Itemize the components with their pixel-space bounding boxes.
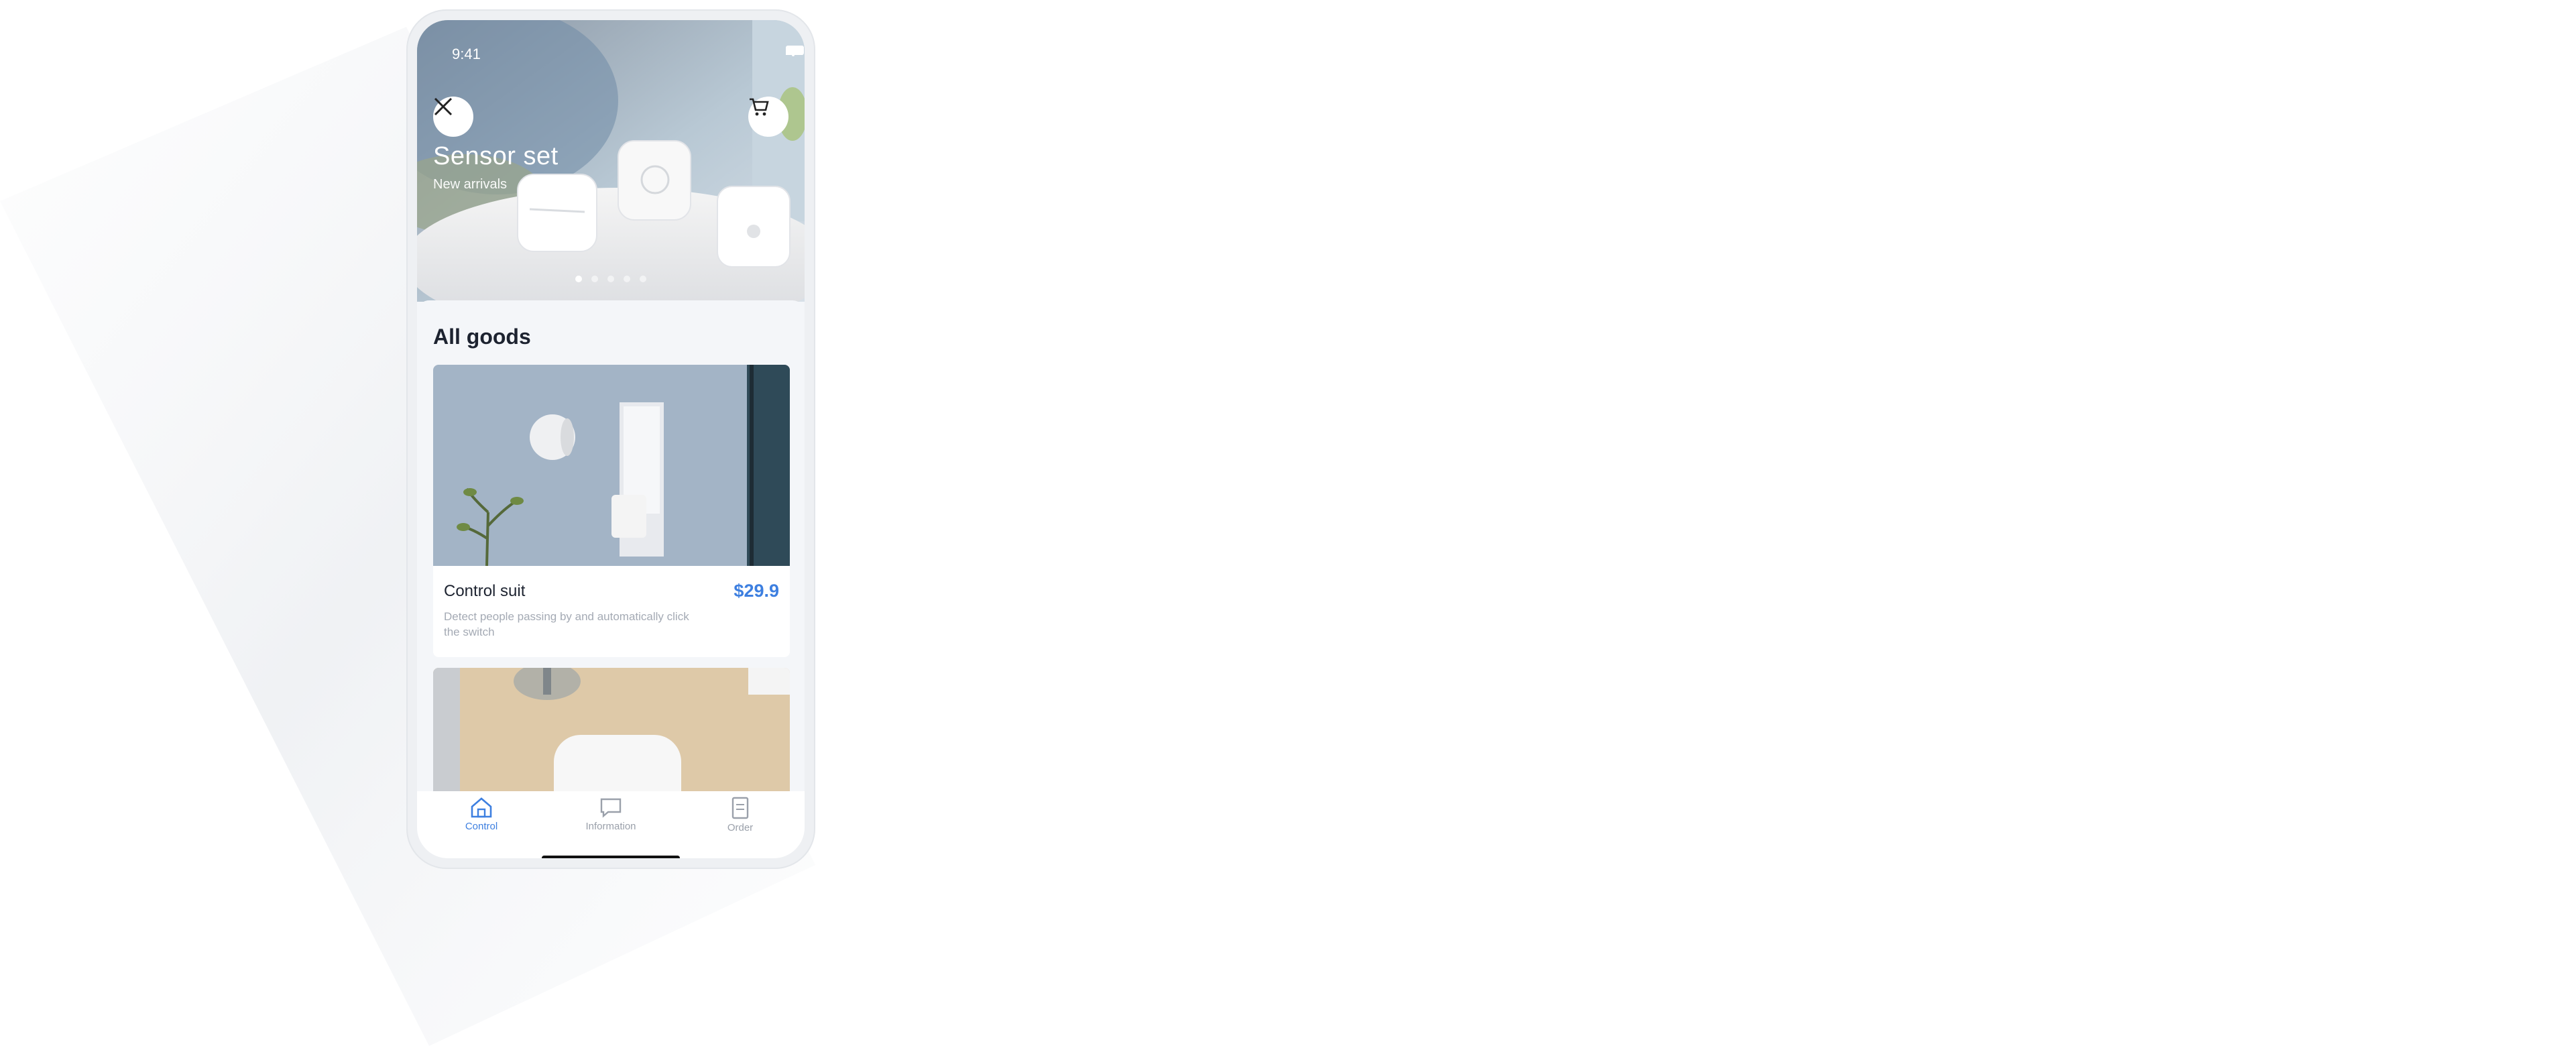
hero-banner[interactable]: 9:41 Sensor set New arrivals (417, 20, 805, 302)
carousel-dot[interactable] (575, 276, 582, 282)
cart-button[interactable] (748, 97, 788, 137)
status-time: 9:41 (452, 46, 481, 62)
tab-label: Order (727, 822, 754, 833)
product-description: Detect people passing by and automatical… (444, 610, 689, 638)
carousel-dot[interactable] (591, 276, 598, 282)
close-button[interactable] (433, 97, 473, 137)
battery-icon (786, 46, 804, 55)
close-icon (434, 97, 453, 116)
chat-icon (600, 798, 622, 818)
tab-order[interactable]: Order (700, 797, 780, 833)
tab-control[interactable]: Control (441, 797, 522, 832)
product-image (433, 668, 790, 791)
goods-section: All goods Control suit $29.9 Detect peop… (417, 300, 805, 791)
carousel-dot[interactable] (607, 276, 614, 282)
tab-label: Control (465, 821, 498, 832)
cart-icon (750, 98, 769, 116)
phone-screen: 9:41 Sensor set New arrivals All goods C… (417, 20, 805, 858)
tab-bar: Control Information Order (417, 791, 805, 858)
home-indicator[interactable] (542, 856, 680, 858)
product-name: Control suit (444, 582, 526, 600)
product-price: $29.9 (734, 581, 779, 601)
product-card[interactable] (433, 668, 790, 791)
background-shadow (0, 27, 815, 1046)
tab-label: Information (585, 821, 636, 832)
document-icon (731, 797, 749, 819)
carousel-dots (575, 276, 646, 282)
hero-subtitle: New arrivals (433, 177, 508, 192)
section-title: All goods (433, 325, 531, 349)
hero-title: Sensor set (433, 142, 559, 170)
carousel-dot[interactable] (640, 276, 646, 282)
home-icon (471, 797, 492, 818)
tab-information[interactable]: Information (571, 797, 651, 832)
product-card[interactable]: Control suit $29.9 Detect people passing… (433, 365, 790, 657)
phone-frame: 9:41 Sensor set New arrivals All goods C… (406, 9, 815, 869)
carousel-dot[interactable] (624, 276, 630, 282)
product-image (433, 365, 790, 566)
